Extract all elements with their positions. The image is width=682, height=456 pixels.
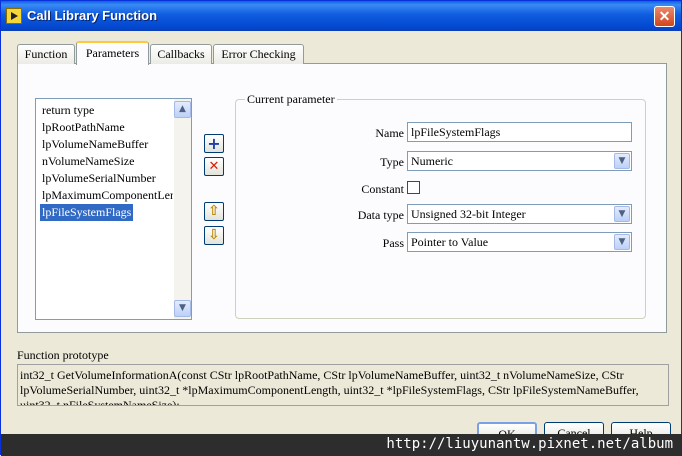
type-label: Type [380, 155, 404, 169]
function-prototype-label: Function prototype [17, 348, 109, 362]
tab-error-checking[interactable]: Error Checking [213, 44, 304, 64]
move-down-button[interactable]: ⇩ [204, 226, 224, 245]
delete-icon: ✕ [208, 159, 220, 174]
watermark-bar: http://liuyunantw.pixnet.net/album [1, 434, 682, 456]
plus-icon: + [207, 134, 221, 153]
title-bar[interactable]: Call Library Function ✕ [1, 1, 681, 31]
chevron-down-icon[interactable]: ▼ [614, 234, 630, 250]
remove-parameter-button[interactable]: ✕ [204, 157, 224, 176]
list-item[interactable]: lpMaximumComponentLen [40, 187, 173, 204]
labview-icon [6, 8, 22, 24]
list-item[interactable]: lpVolumeSerialNumber [40, 170, 173, 187]
move-up-button[interactable]: ⇧ [204, 202, 224, 221]
list-item[interactable]: nVolumeNameSize [40, 153, 173, 170]
pass-select[interactable]: Pointer to Value ▼ [407, 232, 632, 252]
tab-callbacks[interactable]: Callbacks [150, 44, 212, 64]
data-type-select[interactable]: Unsigned 32-bit Integer ▼ [407, 204, 632, 224]
parameter-list[interactable]: return type lpRootPathName lpVolumeNameB… [35, 98, 192, 320]
parameter-list-items: return type lpRootPathName lpVolumeNameB… [40, 102, 173, 225]
constant-label: Constant [361, 182, 404, 196]
pass-label: Pass [382, 236, 404, 250]
scroll-up-icon[interactable]: ▲ [174, 101, 191, 118]
window-title: Call Library Function [27, 8, 158, 23]
close-icon: ✕ [658, 8, 671, 24]
type-select[interactable]: Numeric ▼ [407, 151, 632, 171]
constant-checkbox[interactable] [407, 181, 420, 194]
scroll-down-icon[interactable]: ▼ [174, 300, 191, 317]
name-label: Name [375, 126, 404, 140]
chevron-down-icon[interactable]: ▼ [614, 153, 630, 169]
list-item-selected[interactable]: lpFileSystemFlags [40, 204, 134, 221]
function-prototype-text: int32_t GetVolumeInformationA(const CStr… [17, 364, 669, 406]
name-field[interactable]: lpFileSystemFlags [407, 122, 632, 142]
data-type-label: Data type [357, 208, 404, 222]
close-button[interactable]: ✕ [654, 6, 675, 27]
current-parameter-label: Current parameter [245, 92, 337, 107]
list-item[interactable]: return type [40, 102, 173, 119]
list-item[interactable]: lpRootPathName [40, 119, 173, 136]
parameter-list-scrollbar[interactable]: ▲ ▼ [174, 99, 191, 319]
add-parameter-button[interactable]: + [204, 134, 224, 153]
list-item[interactable]: lpVolumeNameBuffer [40, 136, 173, 153]
call-library-function-dialog: Call Library Function ✕ Function Paramet… [0, 0, 682, 456]
tab-function[interactable]: Function [17, 44, 75, 64]
watermark-url: http://liuyunantw.pixnet.net/album [386, 436, 673, 452]
arrow-down-icon: ⇩ [208, 227, 220, 243]
arrow-up-icon: ⇧ [208, 203, 220, 219]
chevron-down-icon[interactable]: ▼ [614, 206, 630, 222]
tab-parameters[interactable]: Parameters [76, 41, 149, 65]
